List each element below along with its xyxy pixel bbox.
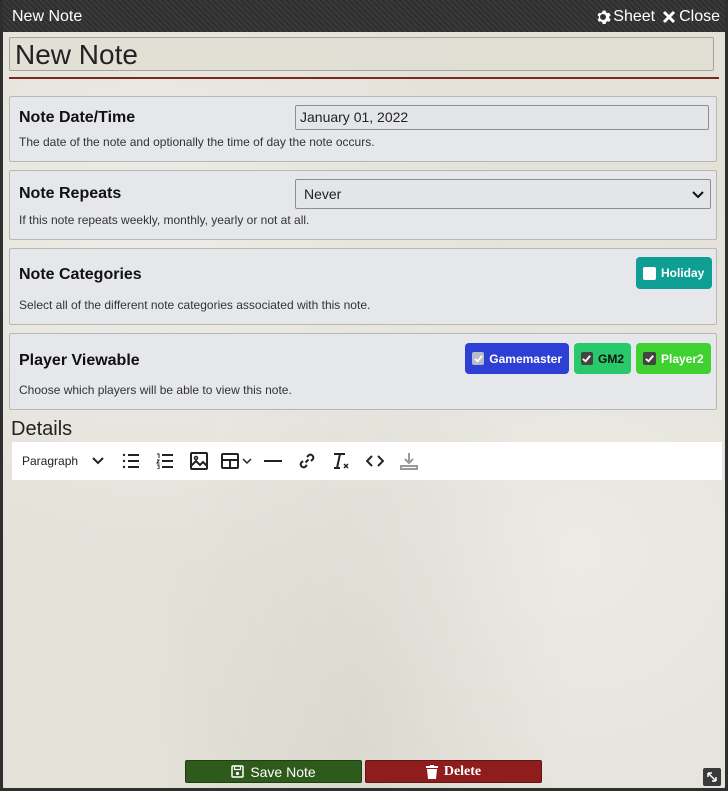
gm2-checkbox[interactable] [581,352,593,365]
check-icon [645,355,654,363]
note-name-input[interactable]: New Note [9,37,714,71]
title-divider [9,77,719,79]
player2-label: Player2 [661,351,704,366]
gamemaster-label: Gamemaster [489,351,562,366]
numbered-list-button[interactable] [148,442,182,480]
close-button[interactable]: Close [661,8,720,26]
save-note-button[interactable]: Save Note [185,760,362,783]
delete-label: Delete [443,763,482,779]
close-icon [663,10,676,24]
editor-toolbar: Paragraph [12,442,722,480]
link-icon [299,453,315,469]
save-icon [231,765,245,778]
viewable-panel: Player Viewable Gamemaster GM2 Player2 C… [9,333,717,410]
horizontal-rule-icon [264,460,282,462]
player2-checkbox[interactable] [643,352,656,365]
gear-icon [597,10,611,24]
resize-icon [707,772,717,782]
trash-icon [425,764,438,779]
download-button[interactable] [392,442,426,480]
repeat-label: Note Repeats [19,185,122,202]
date-field[interactable]: January 01, 2022 [295,105,709,130]
format-select[interactable]: Paragraph [12,442,114,480]
insert-table-button[interactable] [216,442,256,480]
numbered-list-icon [156,453,173,469]
details-heading: Details [11,418,73,440]
window-title: New Note [12,8,83,25]
repeat-select[interactable]: Never [295,179,711,209]
repeat-hint: If this note repeats weekly, monthly, ye… [19,213,310,227]
gamemaster-checkbox [472,352,485,365]
player-tag-gm2[interactable]: GM2 [574,343,631,374]
date-label: Note Date/Time [19,109,136,126]
repeat-selected: Never [304,186,342,202]
check-icon [582,355,592,363]
insert-image-button[interactable] [182,442,216,480]
date-panel: Note Date/Time January 01, 2022 The date… [9,96,717,162]
holiday-label: Holiday [661,266,705,280]
source-code-button[interactable] [358,442,392,480]
player-tag-player2[interactable]: Player2 [636,343,711,374]
resize-handle[interactable] [703,768,721,786]
horizontal-rule-button[interactable] [256,442,290,480]
sheet-label: Sheet [613,8,656,25]
player-tag-gamemaster[interactable]: Gamemaster [465,343,569,374]
sheet-button[interactable]: Sheet [595,8,655,26]
chevron-down-icon [92,457,104,465]
insert-link-button[interactable] [290,442,324,480]
categories-hint: Select all of the different note categor… [19,298,371,312]
date-hint: The date of the note and optionally the … [19,135,375,149]
close-label: Close [679,8,720,25]
categories-panel: Note Categories Holiday Select all of th… [9,248,717,325]
delete-note-button[interactable]: Delete [365,760,542,783]
title-bar[interactable]: New Note Sheet Close [3,0,725,32]
chevron-down-icon [692,191,704,199]
clear-format-button[interactable] [324,442,358,480]
download-icon [400,453,418,470]
bullet-list-button[interactable] [114,442,148,480]
image-icon [190,452,208,470]
format-select-label: Paragraph [22,454,79,468]
gm2-label: GM2 [597,351,624,366]
table-icon [220,453,239,469]
bullet-list-icon [122,453,139,469]
title-actions: Sheet Close [595,8,720,26]
save-note-label: Save Note [250,763,316,780]
repeat-panel: Note Repeats Never If this note repeats … [9,170,717,240]
clear-format-icon [334,453,349,469]
holiday-checkbox[interactable] [643,266,656,280]
check-icon [473,355,483,363]
viewable-label: Player Viewable [19,352,140,369]
note-editor-window: New Note Sheet Close New Note Note Date/… [0,0,728,791]
categories-label: Note Categories [19,266,142,283]
code-icon [366,455,384,467]
viewable-hint: Choose which players will be able to vie… [19,383,292,397]
category-tag-holiday[interactable]: Holiday [636,257,712,289]
chevron-down-icon [241,457,252,464]
